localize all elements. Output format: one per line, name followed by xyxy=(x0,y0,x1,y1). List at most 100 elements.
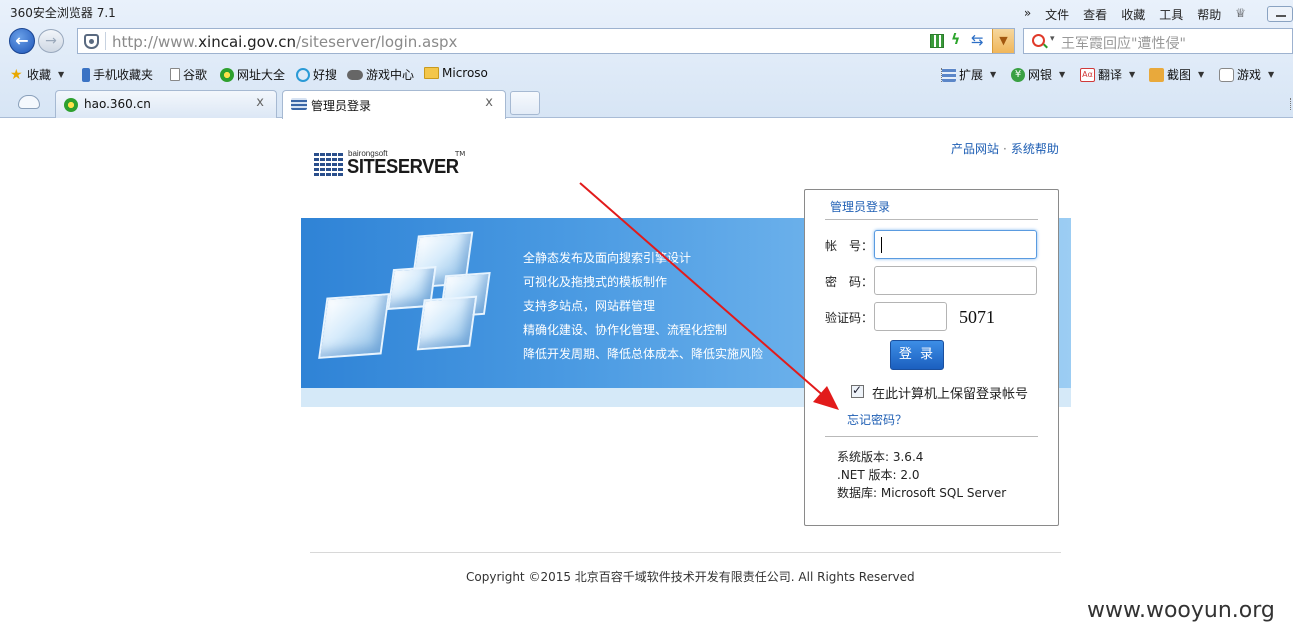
phone-icon xyxy=(82,67,90,82)
ext-games[interactable]: 游戏 ▼ xyxy=(1219,66,1274,83)
favorites-bar: ★ 收藏 ▼ 手机收藏夹 谷歌 网址大全 好搜 游戏中心 Microso 扩展 … xyxy=(0,60,1293,88)
caret-down-icon: ▼ xyxy=(58,70,65,79)
app-title: 360安全浏览器 7.1 xyxy=(10,6,116,20)
site-favicon-icon xyxy=(291,98,307,110)
captcha-image[interactable]: 5071 xyxy=(959,307,995,328)
database-info: 数据库: Microsoft SQL Server xyxy=(837,486,1007,500)
ext-screenshot[interactable]: 截图 ▼ xyxy=(1149,66,1204,83)
fav-mobile[interactable]: 手机收藏夹 xyxy=(82,66,153,83)
translate-icon: Aα xyxy=(1080,67,1095,82)
speed-mode-icon[interactable]: ϟ xyxy=(951,32,960,48)
product-site-link[interactable]: 产品网站 xyxy=(951,142,999,156)
search-engine-caret-icon[interactable]: ▾ xyxy=(1050,34,1055,44)
caret-down-icon: ▼ xyxy=(1268,70,1275,79)
tab-hao360[interactable]: hao.360.cn x xyxy=(55,90,277,118)
address-bar[interactable]: http://www.xincai.gov.cn/siteserver/logi… xyxy=(77,28,1015,54)
title-bar: 360安全浏览器 7.1 » 文件 查看 收藏 工具 帮助 ♕ xyxy=(0,0,1293,26)
ext-extensions[interactable]: 扩展 ▼ xyxy=(942,66,996,83)
back-button[interactable]: ← xyxy=(9,28,35,54)
menu-view[interactable]: 查看 xyxy=(1076,6,1114,23)
siteserver-logo: bairongsoft SITESERVER TM xyxy=(314,148,474,182)
game-icon xyxy=(1219,67,1234,82)
folder-icon xyxy=(424,67,439,79)
security-shield-icon[interactable] xyxy=(84,34,99,49)
feature-list: 全静态发布及面向搜索引擎设计 可视化及拖拽式的模板制作 支持多站点，网站群管理 … xyxy=(523,246,763,366)
address-dropdown-button[interactable]: ▼ xyxy=(992,29,1014,53)
menu-favorites[interactable]: 收藏 xyxy=(1114,6,1152,23)
menu-more[interactable]: » xyxy=(1017,6,1038,23)
star-icon: ★ xyxy=(10,66,23,83)
fav-haosou[interactable]: 好搜 xyxy=(296,66,337,83)
watermark: www.wooyun.org xyxy=(1087,598,1275,623)
minimize-button[interactable] xyxy=(1267,6,1293,22)
fav-google[interactable]: 谷歌 xyxy=(170,66,207,83)
logo-mark-icon xyxy=(314,152,344,176)
divider xyxy=(825,436,1038,437)
login-title: 管理员登录 xyxy=(830,200,891,214)
gamepad-icon xyxy=(347,69,363,80)
new-tab-button[interactable] xyxy=(510,91,540,115)
menu-tools[interactable]: 工具 xyxy=(1152,6,1190,23)
search-engine-icon[interactable] xyxy=(1032,34,1045,47)
tab-close-icon[interactable]: x xyxy=(485,95,493,110)
qrcode-icon[interactable] xyxy=(930,34,944,48)
fav-game-center[interactable]: 游戏中心 xyxy=(347,66,414,83)
menu-help[interactable]: 帮助 xyxy=(1190,6,1228,23)
net-version: .NET 版本: 2.0 xyxy=(837,468,920,482)
divider xyxy=(825,219,1038,220)
navigation-bar: ← → http://www.xincai.gov.cn/siteserver/… xyxy=(0,26,1293,58)
address-separator xyxy=(105,32,106,50)
captcha-label: 验证码： xyxy=(825,311,874,325)
tab-admin-login[interactable]: 管理员登录 x xyxy=(282,90,506,119)
feature-item: 降低开发周期、降低总体成本、降低实施风险 xyxy=(523,347,764,361)
feature-item: 支持多站点，网站群管理 xyxy=(523,299,656,313)
cloud-tabs-icon[interactable] xyxy=(18,95,40,109)
fav-microsoft-folder[interactable]: Microso xyxy=(424,66,488,80)
360-icon xyxy=(64,98,78,112)
login-button[interactable]: 登 录 xyxy=(890,340,944,370)
captcha-input[interactable] xyxy=(874,302,947,331)
ext-translate[interactable]: Aα 翻译 ▼ xyxy=(1080,66,1135,83)
top-links: 产品网站 · 系统帮助 xyxy=(951,142,1059,156)
menu-bar: » 文件 查看 收藏 工具 帮助 ♕ xyxy=(1017,6,1253,23)
fav-360-nav[interactable]: 网址大全 xyxy=(220,66,285,83)
grid-icon xyxy=(942,67,956,82)
search-box[interactable]: ▾ 王军霞回应"遭性侵" xyxy=(1023,28,1293,54)
ext-online-banking[interactable]: ¥ 网银 ▼ xyxy=(1011,66,1065,83)
yen-icon: ¥ xyxy=(1011,67,1025,82)
forgot-password-link[interactable]: 忘记密码？ xyxy=(847,411,907,428)
forward-button[interactable]: → xyxy=(38,29,64,53)
page-icon xyxy=(170,68,180,81)
360-icon xyxy=(220,67,234,82)
browser-chrome: 360安全浏览器 7.1 » 文件 查看 收藏 工具 帮助 ♕ ← → http… xyxy=(0,0,1293,119)
remember-checkbox[interactable] xyxy=(851,383,864,398)
caret-down-icon: ▼ xyxy=(1129,70,1136,79)
skin-icon[interactable]: ♕ xyxy=(1228,6,1253,23)
compat-mode-icon[interactable]: ⇆ xyxy=(971,31,984,49)
scissors-icon xyxy=(1149,67,1164,82)
caret-down-icon: ▼ xyxy=(1059,70,1066,79)
caret-down-icon: ▼ xyxy=(1198,70,1205,79)
tab-close-icon[interactable]: x xyxy=(256,95,264,110)
cube-shape xyxy=(318,293,390,359)
remember-label[interactable]: 在此计算机上保留登录帐号 xyxy=(872,383,1028,402)
feature-item: 精确化建设、协作化管理、流程化控制 xyxy=(523,323,728,337)
cube-shape xyxy=(416,295,478,351)
page-content: bairongsoft SITESERVER TM 产品网站 · 系统帮助 全静态发… xyxy=(0,118,1293,641)
haosou-icon xyxy=(296,67,310,82)
search-input[interactable]: 王军霞回应"遭性侵" xyxy=(1061,33,1186,53)
menu-file[interactable]: 文件 xyxy=(1038,6,1076,23)
copyright: Copyright ©2015 北京百容千域软件技术开发有限责任公司. All … xyxy=(466,570,915,584)
system-help-link[interactable]: 系统帮助 xyxy=(1011,142,1059,156)
feature-item: 可视化及拖拽式的模板制作 xyxy=(523,275,668,289)
account-label: 帐 号： xyxy=(825,239,874,253)
tab-bar: hao.360.cn x 管理员登录 x xyxy=(0,88,1293,119)
url-text[interactable]: http://www.xincai.gov.cn/siteserver/logi… xyxy=(112,33,457,51)
caret-down-icon: ▼ xyxy=(990,70,997,79)
feature-item: 全静态发布及面向搜索引擎设计 xyxy=(523,251,692,265)
system-version: 系统版本: 3.6.4 xyxy=(837,450,924,464)
footer-divider xyxy=(310,552,1061,553)
account-input[interactable] xyxy=(874,230,1037,259)
fav-collect[interactable]: ★ 收藏 ▼ xyxy=(10,66,64,83)
password-input[interactable] xyxy=(874,266,1037,295)
